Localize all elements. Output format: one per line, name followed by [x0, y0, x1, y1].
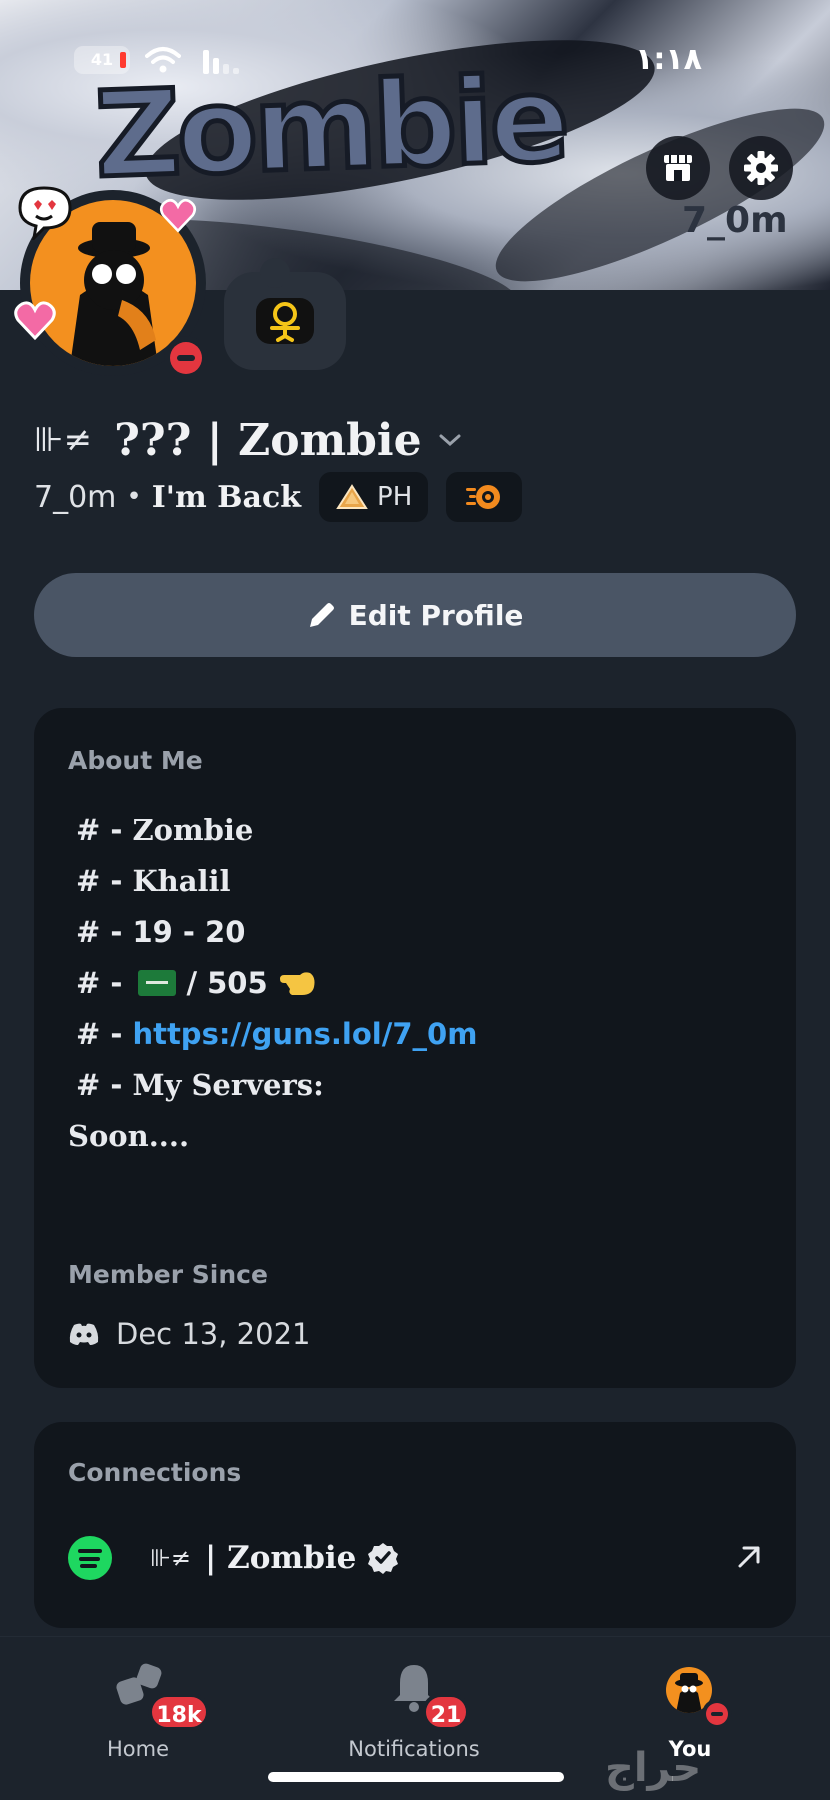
banner-handle: 7_0m [682, 200, 788, 241]
edit-profile-button[interactable]: Edit Profile [34, 573, 796, 657]
pencil-icon [309, 603, 334, 627]
status-bubble[interactable] [224, 258, 346, 370]
wifi-icon [145, 47, 181, 73]
member-since-date: Dec 13, 2021 [116, 1317, 311, 1351]
discord-icon [69, 1323, 99, 1345]
home-badge: 18k [148, 1693, 210, 1731]
heart-icon [14, 301, 56, 341]
saudi-flag-icon [138, 969, 177, 996]
profile-link[interactable]: https://guns.lol/7_0m [132, 1017, 477, 1051]
nitro-badge[interactable] [446, 472, 523, 522]
signal-icon [203, 50, 239, 74]
about-line: # - My Servers: [76, 1067, 324, 1102]
about-line: # - Khalil [76, 863, 231, 898]
about-line: # - https://guns.lol/7_0m [76, 1016, 478, 1051]
server-tag-label: PH [377, 482, 413, 512]
about-line: # -19 - 20 [76, 914, 246, 949]
skeleton-emoji-icon [256, 298, 314, 344]
chevron-down-icon[interactable] [438, 432, 462, 448]
dnd-icon [170, 342, 202, 374]
spotify-icon [68, 1536, 112, 1580]
about-line: # - / 505 [68, 957, 477, 1008]
nav-notifications-label: Notifications [348, 1737, 480, 1761]
display-name: ??? | Zombie [114, 414, 422, 466]
home-indicator [268, 1772, 564, 1782]
battery-level: 41 [90, 50, 114, 69]
about-me-text: # - Zombie # - Khalil # -19 - 20 # - / 505… [68, 804, 477, 1161]
server-tag[interactable]: PH [319, 472, 429, 522]
gear-icon [744, 151, 778, 185]
display-name-row[interactable]: ⊪≠ ??? | Zombie [34, 412, 462, 468]
pronouns: I'm Back [151, 479, 302, 515]
guild-tag-icon [336, 484, 368, 509]
external-link-icon[interactable] [734, 1542, 764, 1572]
shop-icon [664, 155, 692, 181]
connections-card: Connections ⊪≠ | Zombie [34, 1422, 796, 1628]
connection-glyph: ⊪≠ [150, 1544, 192, 1572]
nav-home-label: Home [106, 1737, 169, 1761]
about-me-label: About Me [68, 746, 203, 775]
connections-label: Connections [68, 1458, 242, 1487]
pointing-hand-icon [279, 971, 315, 995]
verified-check-icon [368, 1543, 399, 1574]
username: 7_0m [34, 479, 117, 515]
love-emoji-icon [18, 186, 72, 240]
dnd-icon [706, 1703, 728, 1725]
status-dnd-indicator [164, 336, 208, 380]
member-since-row: Dec 13, 2021 [68, 1312, 310, 1356]
status-time: ١:١٨ [635, 42, 702, 77]
battery-icon: 41 [74, 46, 130, 74]
status-bar: 41 ١:١٨ [0, 0, 830, 120]
you-status-dnd [702, 1699, 732, 1729]
shop-button[interactable] [646, 136, 710, 200]
notifications-badge: 21 [422, 1693, 470, 1731]
about-line: # - Zombie [76, 812, 254, 847]
username-row: 7_0m • I'm Back PH [34, 472, 523, 522]
nitro-icon [466, 485, 501, 509]
name-glyph: ⊪≠ [34, 420, 93, 460]
separator-dot: • [126, 482, 142, 512]
edit-profile-label: Edit Profile [348, 598, 524, 632]
watermark: حراج [605, 1745, 702, 1791]
settings-button[interactable] [729, 136, 793, 200]
about-line: Soon.... [68, 1118, 190, 1153]
connection-name: | Zombie [205, 1540, 357, 1576]
member-since-label: Member Since [68, 1260, 268, 1289]
about-me-card: About Me # - Zombie # - Khalil # -19 - 20 … [34, 708, 796, 1388]
connection-item[interactable]: ⊪≠ | Zombie [68, 1528, 768, 1588]
heart-icon [159, 198, 197, 233]
